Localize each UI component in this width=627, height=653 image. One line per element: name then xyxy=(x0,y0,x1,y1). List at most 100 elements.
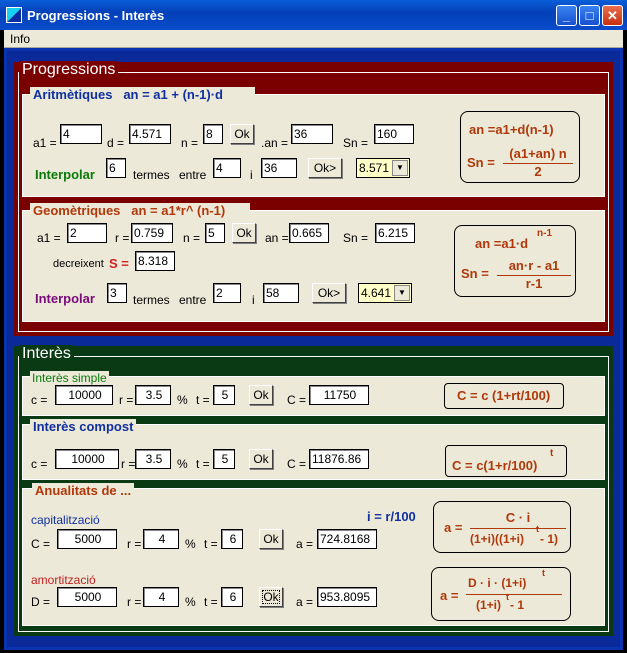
amo-formula-num-exponent: t xyxy=(542,568,545,578)
cap-r-label: r = xyxy=(127,537,142,551)
interpolated-values-combo[interactable]: 8.571 ▼ xyxy=(356,158,410,178)
client-area: Progressions Aritmètiques an = a1 + (n-1… xyxy=(4,48,623,650)
amo-a-output[interactable]: 953.8095 xyxy=(317,587,377,607)
geom-a1-input[interactable]: 2 xyxy=(67,223,107,243)
cap-r-input[interactable]: 4 xyxy=(143,529,179,549)
compound-r-input[interactable]: 3.5 xyxy=(135,449,171,469)
simple-C-output[interactable]: 11750 xyxy=(309,385,369,405)
n-input[interactable]: 8 xyxy=(203,124,223,144)
compound-percent-label: % xyxy=(177,457,188,471)
geom-sn-input[interactable]: 6.215 xyxy=(375,223,415,243)
interpolate-count-input[interactable]: 6 xyxy=(106,158,126,178)
amo-fraction-bar xyxy=(466,594,562,595)
sn-input[interactable]: 160 xyxy=(374,124,414,144)
geom-sn-label: Sn = xyxy=(343,231,369,245)
simple-r-input[interactable]: 3.5 xyxy=(135,385,171,405)
annuities-title: Anualitats de ... xyxy=(32,483,135,498)
interest-title: Interès xyxy=(19,345,74,363)
geometric-formula-head: an = a1*r^ (n-1) xyxy=(131,203,226,218)
geometric-an-formula: an =a1·d xyxy=(475,236,529,251)
compound-C-label: C = xyxy=(287,457,307,471)
cap-a-label: a = xyxy=(296,537,314,551)
cap-t-input[interactable]: 6 xyxy=(221,529,243,549)
geom-interpolated-values-combo[interactable]: 4.641 ▼ xyxy=(358,283,412,303)
geometric-ok-button[interactable]: Ok xyxy=(232,223,256,243)
cap-a-output[interactable]: 724.8168 xyxy=(317,529,377,549)
arithmetic-title: Aritmètiques xyxy=(33,87,113,102)
an-input[interactable]: 36 xyxy=(291,124,333,144)
compound-t-input[interactable]: 5 xyxy=(213,449,235,469)
minimize-button[interactable]: _ xyxy=(556,5,577,26)
simple-c-input[interactable]: 10000 xyxy=(55,385,113,405)
annuities-panel: Anualitats de ... i = r/100 capitalitzac… xyxy=(22,483,605,626)
chevron-down-icon[interactable]: ▼ xyxy=(394,285,410,301)
arithmetic-an-formula: an =a1+d(n-1) xyxy=(469,122,554,137)
cap-formula-denominator: (1+i)((1+i) xyxy=(470,532,525,546)
cap-ok-button[interactable]: Ok xyxy=(259,529,283,549)
maximize-button[interactable]: □ xyxy=(579,5,600,26)
geom-between-start-input[interactable]: 2 xyxy=(213,283,241,303)
window-title: Progressions - Interès xyxy=(27,8,165,23)
simple-formula-box: C = c (1+rt/100) xyxy=(444,383,564,409)
geom-r-input[interactable]: 0.759 xyxy=(131,223,173,243)
geom-interpolate-label: Interpolar xyxy=(35,291,95,306)
between-label: entre xyxy=(179,168,207,182)
sum-input[interactable]: 8.318 xyxy=(135,251,175,271)
n-label: n = xyxy=(181,136,199,150)
compound-r-label: r = xyxy=(121,457,136,471)
amo-r-label: r = xyxy=(127,595,142,609)
d-input[interactable]: 4.571 xyxy=(129,124,171,144)
compound-formula-box: C = c(1+r/100) t xyxy=(445,445,567,477)
a1-input[interactable]: 4 xyxy=(60,124,102,144)
interpolate-button[interactable]: Ok> xyxy=(308,158,342,178)
progressions-group: Progressions Aritmètiques an = a1 + (n-1… xyxy=(14,61,613,336)
cap-C-label: C = xyxy=(31,537,51,551)
d-label: d = xyxy=(107,136,125,150)
decreasing-label: decreixent xyxy=(53,258,104,270)
a1-label: a1 = xyxy=(33,136,57,150)
compound-formula: C = c(1+r/100) xyxy=(452,458,538,473)
arithmetic-formula-head: an = a1 + (n-1)·d xyxy=(123,87,224,102)
arithmetic-sn-denominator: 2 xyxy=(503,163,573,179)
between-start-input[interactable]: 4 xyxy=(213,158,241,178)
simple-ok-button[interactable]: Ok xyxy=(249,385,273,405)
geom-interpolate-button[interactable]: Ok> xyxy=(312,283,346,303)
compound-C-output[interactable]: 11876.86 xyxy=(309,449,369,469)
geometric-title: Geomètriques xyxy=(33,203,121,218)
geom-an-input[interactable]: 0.665 xyxy=(289,223,329,243)
geom-interpolate-count-input[interactable]: 3 xyxy=(107,283,127,303)
geometric-formula-box: an =a1·d n-1 Sn = an·r - a1 r-1 xyxy=(454,225,576,297)
amo-r-input[interactable]: 4 xyxy=(143,587,179,607)
simple-t-input[interactable]: 5 xyxy=(213,385,235,405)
amo-percent-label: % xyxy=(185,595,196,609)
geom-and-label: i xyxy=(252,293,255,307)
amo-formula-lhs: a = xyxy=(440,588,459,603)
arithmetic-sn-lhs: Sn = xyxy=(467,155,495,170)
amo-t-input[interactable]: 6 xyxy=(221,587,243,607)
arithmetic-ok-button[interactable]: Ok xyxy=(230,124,254,144)
close-button[interactable]: ✕ xyxy=(602,5,623,26)
menu-info[interactable]: Info xyxy=(10,32,30,46)
between-end-input[interactable]: 36 xyxy=(261,158,297,178)
interest-group: Interès Interès simple c = 10000 r = 3.5… xyxy=(14,345,613,636)
app-icon xyxy=(6,7,22,23)
terms-label: termes xyxy=(133,168,170,182)
geometric-panel: Geomètriques an = a1*r^ (n-1) a1 = 2 r =… xyxy=(22,203,605,322)
arithmetic-sn-numerator: (a1+an) n xyxy=(509,146,567,161)
geom-n-input[interactable]: 5 xyxy=(205,223,225,243)
compound-ok-button[interactable]: Ok xyxy=(249,449,273,469)
cap-formula-numerator: C · i xyxy=(505,510,531,525)
chevron-down-icon[interactable]: ▼ xyxy=(392,160,408,176)
cap-C-input[interactable]: 5000 xyxy=(57,529,117,549)
compound-t-label: t = xyxy=(196,457,210,471)
cap-percent-label: % xyxy=(185,537,196,551)
compound-c-input[interactable]: 10000 xyxy=(55,449,119,469)
simple-r-label: r = xyxy=(119,393,134,407)
amo-D-input[interactable]: 5000 xyxy=(57,587,117,607)
geom-between-end-input[interactable]: 58 xyxy=(263,283,299,303)
cap-formula-lhs: a = xyxy=(444,520,463,535)
simple-interest-title: Interès simple xyxy=(30,371,109,385)
compound-c-label: c = xyxy=(31,457,48,471)
amo-formula-numerator: D · i · (1+i) xyxy=(468,576,527,590)
amo-ok-button[interactable]: Ok xyxy=(259,587,283,607)
